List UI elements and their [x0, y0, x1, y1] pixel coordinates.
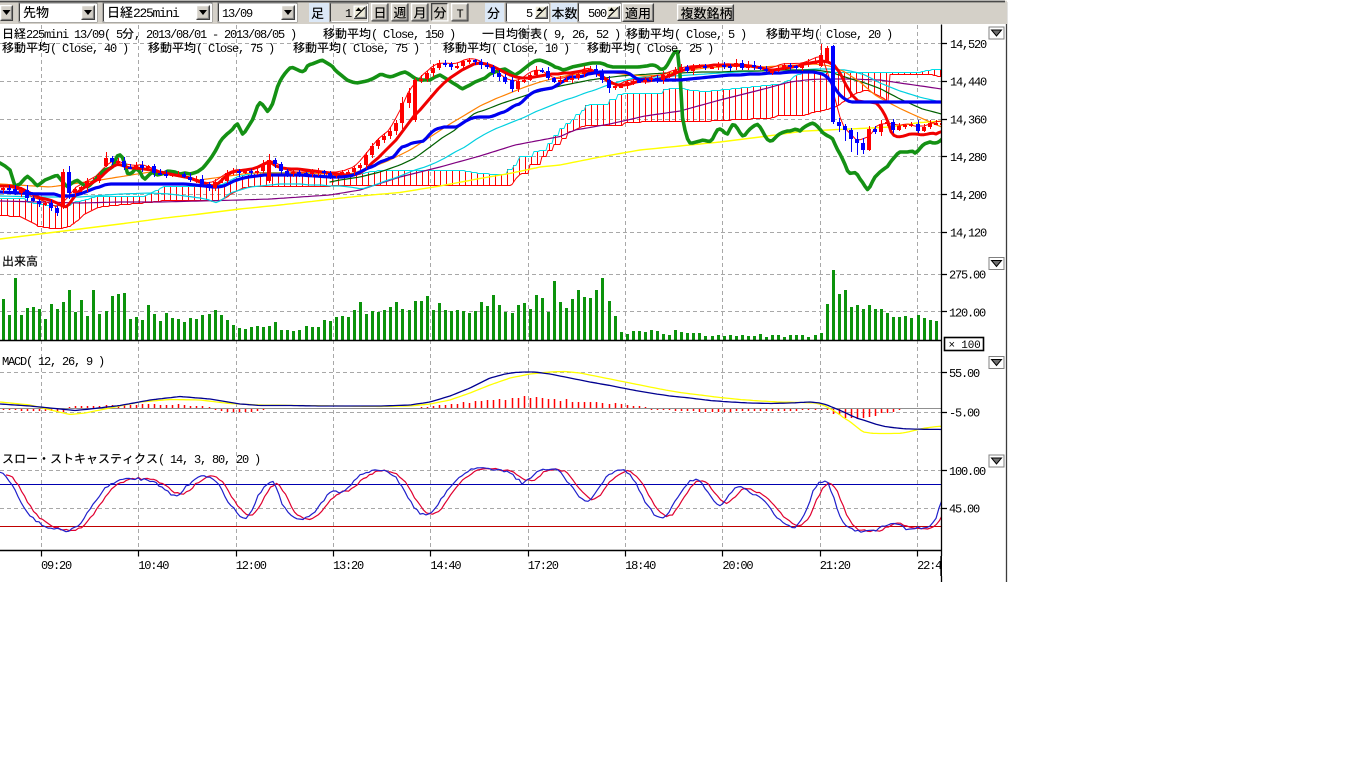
svg-text:( Close, 75 ): ( Close, 75 ) [196, 42, 274, 56]
svg-text:( Close, 20 ): ( Close, 20 ) [814, 28, 892, 42]
svg-text:T: T [457, 8, 464, 22]
svg-text:( Close, 150 ): ( Close, 150 ) [371, 28, 455, 42]
svg-text:120.00: 120.00 [949, 306, 986, 320]
svg-text:14,520: 14,520 [950, 38, 987, 52]
svg-text:10:40: 10:40 [138, 559, 169, 573]
svg-text:1: 1 [345, 7, 352, 21]
svg-text:14,280: 14,280 [950, 151, 987, 165]
svg-text:20:00: 20:00 [722, 559, 753, 573]
svg-text:14,120: 14,120 [950, 227, 987, 241]
svg-text:45.00: 45.00 [949, 503, 980, 517]
svg-text:500: 500 [588, 7, 607, 21]
svg-text:14,200: 14,200 [950, 189, 987, 203]
svg-text:13:20: 13:20 [333, 559, 364, 573]
svg-text:14:40: 14:40 [430, 559, 461, 573]
svg-text:13/09: 13/09 [222, 7, 253, 21]
svg-text:09:20: 09:20 [41, 559, 72, 573]
svg-text:( Close, 25 ): ( Close, 25 ) [635, 42, 713, 56]
svg-text:MACD( 12, 26, 9 ): MACD( 12, 26, 9 ) [2, 355, 104, 369]
svg-text:14,440: 14,440 [950, 76, 987, 90]
svg-text:( Close, 5 ): ( Close, 5 ) [674, 28, 746, 42]
svg-text:× 100: × 100 [949, 340, 981, 352]
svg-text:12:00: 12:00 [236, 559, 267, 573]
svg-text:5: 5 [526, 7, 533, 21]
svg-text:17:20: 17:20 [528, 559, 559, 573]
svg-text:275.00: 275.00 [949, 269, 986, 283]
svg-text:( 14, 3, 80, 20 ): ( 14, 3, 80, 20 ) [158, 453, 260, 467]
svg-text:( Close, 75 ): ( Close, 75 ) [341, 42, 419, 56]
svg-text:21:20: 21:20 [820, 559, 851, 573]
svg-text:( Close, 10 ): ( Close, 10 ) [491, 42, 569, 56]
svg-text:( 9, 26, 52 ): ( 9, 26, 52 ) [542, 28, 620, 42]
svg-text:( Close, 40 ): ( Close, 40 ) [50, 42, 128, 56]
svg-text:100.00: 100.00 [949, 465, 986, 479]
svg-text:225mini 13/09( 5: 225mini 13/09( 5 [26, 28, 123, 42]
svg-text:55.00: 55.00 [949, 367, 980, 381]
svg-text:, 2013/08/01 - 2013/08/05 ): , 2013/08/01 - 2013/08/05 ) [134, 28, 296, 42]
svg-text:14,360: 14,360 [950, 114, 987, 128]
svg-text:-5.00: -5.00 [949, 407, 980, 421]
svg-text:18:40: 18:40 [625, 559, 656, 573]
svg-text:225mini: 225mini [133, 6, 180, 21]
